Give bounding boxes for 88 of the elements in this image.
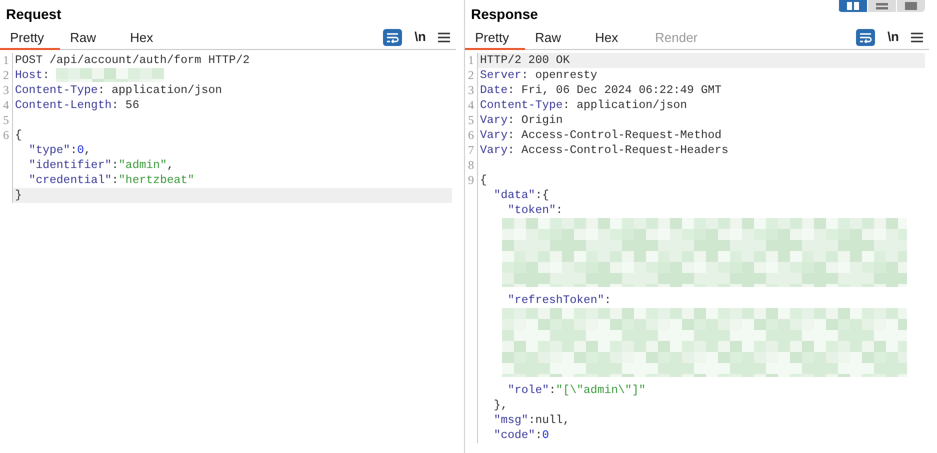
code-text: , <box>166 158 174 173</box>
code-text: HTTP/2 200 OK <box>480 53 570 68</box>
rows-icon <box>876 2 888 10</box>
code-text: "code" <box>492 428 536 443</box>
code-text: Vary <box>480 128 508 143</box>
code-text: "[\"admin\"]" <box>556 383 646 398</box>
code-text: Content-Type <box>480 98 563 113</box>
line-number: 2 <box>468 68 474 82</box>
line-number: 7 <box>468 143 474 157</box>
code-text: : <box>604 293 612 308</box>
code-text: }, <box>492 398 508 413</box>
code-text: "identifier" <box>28 158 112 173</box>
line-number: 6 <box>468 128 474 142</box>
code-text: Date <box>480 83 508 98</box>
tab[interactable]: Pretty <box>0 24 60 50</box>
code-text: : <box>112 173 119 188</box>
line-number: 5 <box>468 113 474 127</box>
line-number: 3 <box>3 83 9 97</box>
code-text: POST /api/account/auth/form HTTP/2 <box>15 53 250 68</box>
code-text: :null, <box>528 413 570 428</box>
code-text: : <box>549 383 556 398</box>
code-text: Vary <box>480 113 508 128</box>
code-text: , <box>84 143 91 158</box>
code-text: Content-Length <box>15 98 112 113</box>
wrap-toggle-button[interactable] <box>383 28 402 46</box>
code-text: 0 <box>542 428 550 443</box>
line-number: 8 <box>468 158 474 172</box>
line-number: 9 <box>468 173 474 187</box>
wrap-icon <box>386 32 400 42</box>
code-text: 0 <box>77 143 84 158</box>
wrap-icon <box>859 32 872 42</box>
square-icon <box>905 2 917 10</box>
tab[interactable]: Hex <box>120 24 180 50</box>
line-number: 5 <box>3 113 9 127</box>
code-text: "type" <box>28 143 70 158</box>
code-text: : <box>535 428 542 443</box>
newline-toggle-button[interactable]: \n <box>414 27 426 47</box>
wrap-toggle-button[interactable] <box>856 28 876 46</box>
code-text: : Access-Control-Request-Headers <box>508 143 728 158</box>
code-text: "admin" <box>118 158 167 173</box>
tab[interactable]: Raw <box>525 24 585 50</box>
code-text: "credential" <box>28 173 112 188</box>
code-text: { <box>15 128 22 143</box>
code-text: :{ <box>535 188 550 203</box>
code-text: Content-Type <box>15 83 98 98</box>
code-text: "role" <box>506 383 550 398</box>
code-text: : <box>70 143 78 158</box>
code-text: : <box>112 158 119 173</box>
code-text: : Fri, 06 Dec 2024 06:22:49 GMT <box>508 83 722 98</box>
line-number: 4 <box>3 98 9 112</box>
code-text: "refreshToken" <box>506 293 604 308</box>
code-text: : <box>42 68 50 83</box>
layout-button[interactable] <box>896 0 925 12</box>
columns-icon <box>847 2 859 10</box>
code-text: Server <box>480 68 522 83</box>
code-text: : Access-Control-Request-Method <box>508 128 722 143</box>
menu-button[interactable] <box>438 32 450 42</box>
code-text: : application/json <box>562 98 688 113</box>
code-text: "data" <box>492 188 536 203</box>
code-text: Host <box>15 68 43 83</box>
code-text: "token" <box>506 203 556 218</box>
code-text: "msg" <box>492 413 528 428</box>
menu-icon <box>438 32 450 42</box>
code-text: : 56 <box>112 98 140 113</box>
pane-title: Response <box>470 5 538 24</box>
tab[interactable]: Raw <box>60 24 120 50</box>
tab[interactable]: Pretty <box>465 24 525 50</box>
menu-button[interactable] <box>911 32 923 42</box>
line-number: 1 <box>3 53 9 67</box>
line-number: 2 <box>3 68 9 82</box>
line-number: 6 <box>3 128 9 142</box>
line-number: 3 <box>468 83 474 97</box>
code-text: : openresty <box>521 68 598 83</box>
code-text: : <box>556 203 563 218</box>
code-text: "hertzbeat" <box>118 173 194 188</box>
pane-title: Request <box>5 5 62 24</box>
code-text: Vary <box>480 143 508 158</box>
layout-button[interactable] <box>867 0 896 12</box>
line-number: 4 <box>468 98 474 112</box>
code-text: : Origin <box>508 113 563 128</box>
newline-toggle-button[interactable]: \n <box>887 27 899 47</box>
code-text: : application/json <box>98 83 222 98</box>
layout-button[interactable] <box>838 0 867 12</box>
code-text: } <box>15 188 22 203</box>
code-text: { <box>480 173 487 188</box>
line-number: 1 <box>468 53 474 67</box>
menu-icon <box>911 32 923 42</box>
tab[interactable]: Hex <box>585 24 645 50</box>
